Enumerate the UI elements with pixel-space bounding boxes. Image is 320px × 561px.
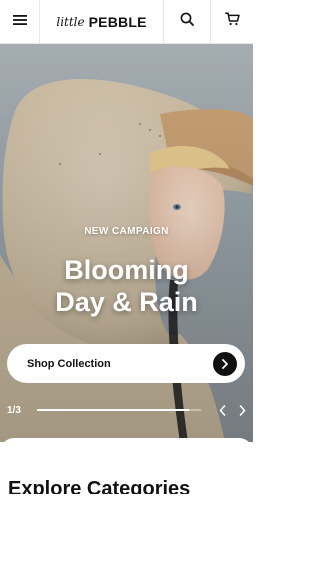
hamburger-menu-icon: [12, 13, 27, 31]
logo-script-text: little: [56, 14, 85, 29]
hero-headline-line2: Day & Rain: [55, 287, 198, 317]
top-header: little PEBBLE: [0, 0, 253, 44]
hero-eyebrow: NEW CAMPAIGN: [84, 226, 169, 237]
brand-logo[interactable]: little PEBBLE: [40, 0, 164, 43]
content-fade-overlay: [0, 494, 253, 561]
shopping-cart-icon: [224, 12, 240, 31]
slide-nav: [217, 403, 247, 417]
search-icon: [180, 12, 194, 31]
search-button[interactable]: [164, 0, 211, 43]
slide-progress-fill: [37, 409, 189, 411]
chevron-left-icon[interactable]: [217, 403, 227, 417]
menu-button[interactable]: [0, 0, 40, 43]
slide-progress-track: [37, 409, 201, 411]
cart-button[interactable]: [211, 0, 253, 43]
shop-collection-label: Shop Collection: [27, 357, 111, 370]
slide-counter: 1/3: [7, 404, 21, 416]
slide-controls: 1/3: [7, 402, 247, 418]
chevron-right-icon: [213, 351, 237, 376]
shop-collection-button[interactable]: Shop Collection: [7, 344, 245, 383]
chevron-right-icon[interactable]: [237, 403, 247, 417]
hero-banner[interactable]: NEW CAMPAIGN Blooming Day & Rain Shop Co…: [0, 44, 253, 442]
hero-headline-line1: Blooming: [64, 255, 189, 285]
hero-headline: Blooming Day & Rain: [0, 254, 253, 318]
logo-brand-text: PEBBLE: [88, 13, 147, 30]
